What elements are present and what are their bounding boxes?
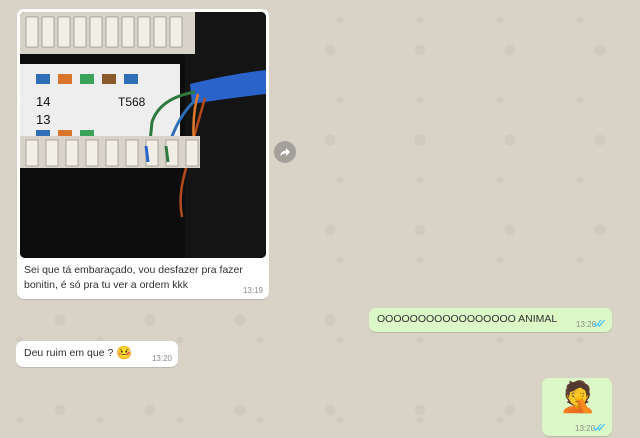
message-image-incoming[interactable]: 14 13 T568 Sei que tá embaraçado, vou de… <box>17 9 269 299</box>
patch-panel-photo: 14 13 T568 <box>20 12 266 258</box>
facepalm-emoji: 🤦 <box>559 381 597 414</box>
forward-button[interactable] <box>274 141 296 163</box>
photo-label-t568: T568 <box>118 95 146 109</box>
message-time: 13:20 <box>151 354 172 363</box>
chat-window: { "messages": [ {"id": "m1", "direction"… <box>0 0 640 438</box>
attached-photo[interactable]: 14 13 T568 <box>20 12 266 258</box>
message-time: 13:19 <box>242 286 263 295</box>
image-caption: Sei que tá embaraçado, vou desfazer pra … <box>24 264 243 291</box>
double-check-icon <box>593 319 605 327</box>
message-text-incoming[interactable]: Deu ruim em que ? 🤒 13:20 <box>16 341 178 367</box>
double-check-icon <box>593 423 605 431</box>
message-text: OOOOOOOOOOOOOOOOO ANIMAL <box>377 313 558 325</box>
forward-icon <box>280 148 290 157</box>
message-text: Deu ruim em que ? <box>24 347 114 359</box>
sick-emoji: 🤒 <box>116 345 133 360</box>
photo-label-14: 14 <box>36 94 50 109</box>
photo-label-13: 13 <box>36 112 50 127</box>
message-emoji-outgoing[interactable]: 🤦 13:20 <box>542 378 612 436</box>
message-text-outgoing[interactable]: OOOOOOOOOOOOOOOOO ANIMAL 13:20 <box>369 308 612 332</box>
